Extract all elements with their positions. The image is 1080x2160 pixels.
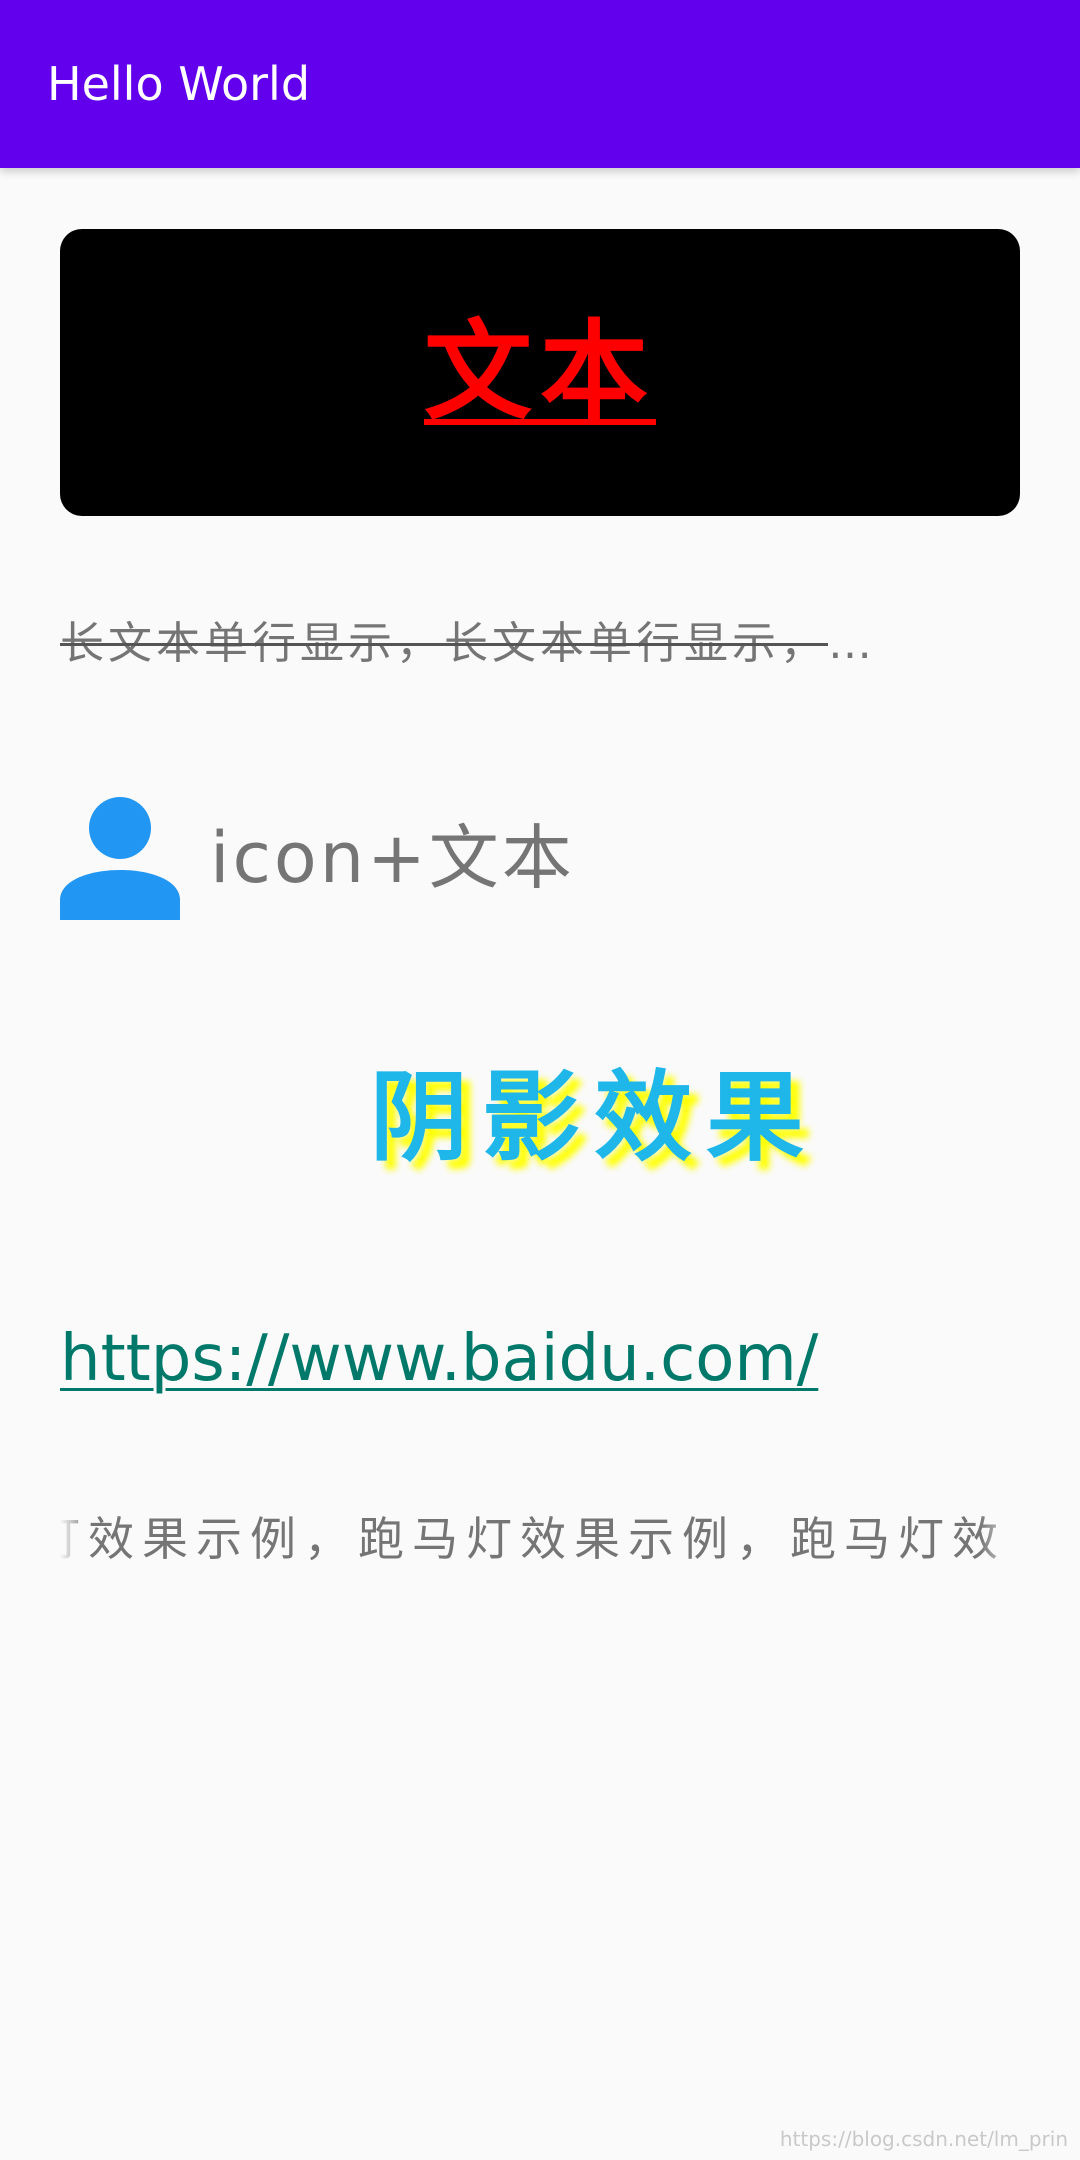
marquee-container: 灯效果示例，跑马灯效果示例，跑马灯效 [60,1504,1020,1574]
watermark: https://blog.csdn.net/lm_prin [779,2127,1068,2151]
styled-text-card: 文本 [60,229,1020,516]
person-icon [60,797,180,920]
single-line-ellipsis-text: 长文本单行显示，长文本单行显示，长文本单行显示，长文本单行显示 [60,618,890,669]
app-bar: Hello World [0,0,1080,168]
app-title: Hello World [47,57,311,111]
icon-row-label: icon+文本 [210,817,575,899]
icon-text-row: icon+文本 [60,796,575,920]
shadow-effect-text: 阴影效果 [369,1061,818,1175]
styled-red-text: 文本 [423,309,656,435]
styled-text-container: 文本 [60,229,1020,516]
url-link[interactable]: https://www.baidu.com/ [60,1316,818,1402]
marquee-text: 灯效果示例，跑马灯效果示例，跑马灯效 [60,1512,1006,1566]
